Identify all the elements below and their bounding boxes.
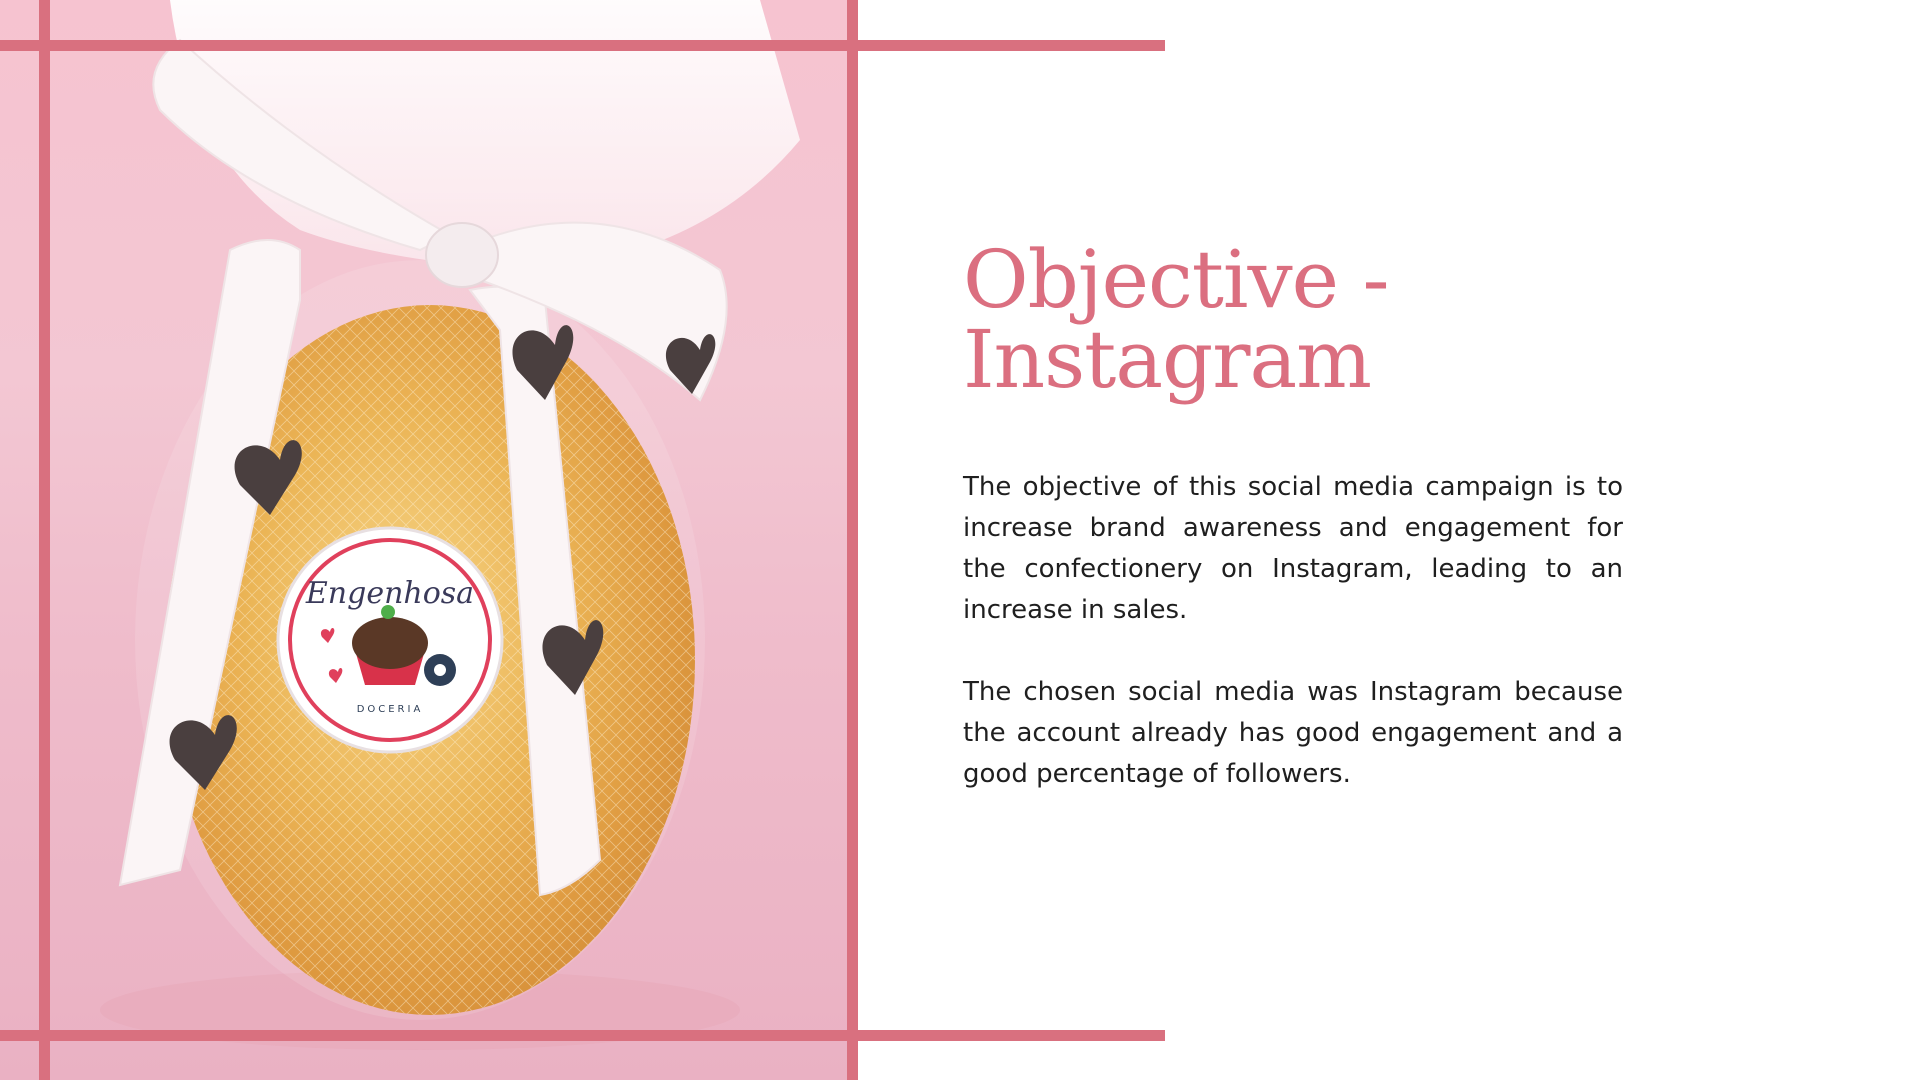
- product-photo: Engenhosa DOCERIA: [0, 0, 858, 1080]
- brand-sticker: Engenhosa DOCERIA: [276, 526, 504, 754]
- title-line-2: Instagram: [963, 313, 1372, 406]
- objective-paragraph: The objective of this social media campa…: [963, 472, 1623, 625]
- title-line-1: Objective -: [963, 233, 1389, 326]
- platform-choice-paragraph: The chosen social media was Instagram be…: [963, 677, 1623, 789]
- frame-line-right: [847, 0, 858, 1080]
- frame-line-top: [0, 40, 1165, 51]
- frame-line-bottom: [0, 1030, 1165, 1041]
- sticker-subtitle: DOCERIA: [357, 704, 424, 715]
- slide-title: Objective - Instagram: [963, 240, 1523, 400]
- frame-line-left: [39, 0, 50, 1080]
- slide: Engenhosa DOCERIA Objective - Instagram …: [0, 0, 1920, 1080]
